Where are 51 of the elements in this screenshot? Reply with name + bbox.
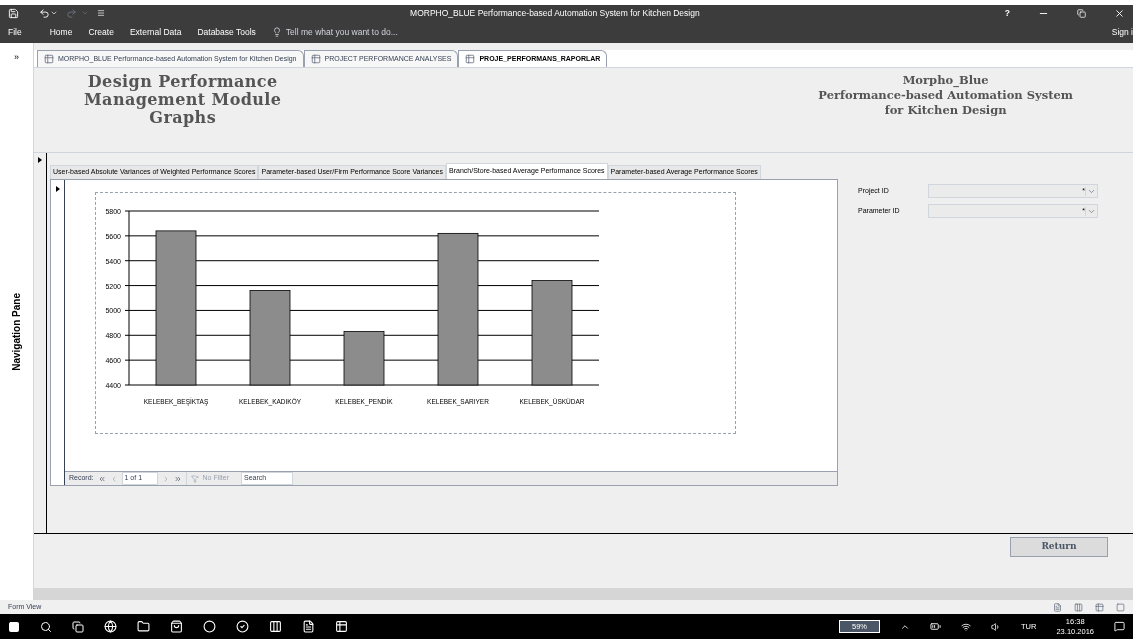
return-button[interactable]: Return [1010, 537, 1108, 557]
sign-in-link[interactable]: Sign i [1111, 25, 1133, 39]
circle-icon[interactable] [203, 620, 216, 633]
form-icon [310, 54, 321, 64]
scroll-bar-track[interactable] [34, 588, 1133, 600]
tell-me-field[interactable]: Tell me what you want to do... [271, 25, 446, 39]
system-title: Morpho_Blue [902, 73, 989, 88]
ribbon-tab[interactable]: External Data [129, 25, 182, 39]
record-selector-icon[interactable] [38, 157, 42, 163]
module-title: Graphs [149, 109, 217, 127]
window-title: MORPHO_BLUE Performance-based Automation System for Kitchen Design [410, 7, 700, 18]
help-button[interactable]: ? [1004, 6, 1010, 20]
battery-icon[interactable] [930, 621, 942, 632]
form-view-icon[interactable] [1053, 602, 1062, 612]
module-title: Management Module [84, 91, 282, 109]
check-circle-icon[interactable] [236, 620, 249, 633]
speaker-icon[interactable] [991, 621, 1002, 632]
close-icon[interactable] [1114, 7, 1125, 19]
app-icon[interactable] [269, 620, 282, 633]
file-menu[interactable]: File [8, 25, 22, 39]
document-icon[interactable] [302, 620, 315, 633]
save-icon[interactable] [8, 7, 19, 19]
folder-icon[interactable] [137, 620, 150, 633]
datasheet-view-icon[interactable] [1095, 602, 1104, 612]
system-title: Performance-based Automation System [818, 88, 1073, 103]
task-view-icon[interactable] [72, 620, 84, 633]
navigation-pane-label[interactable]: Navigation Pane [9, 293, 24, 372]
wifi-icon[interactable] [961, 621, 972, 632]
form-icon [44, 54, 54, 64]
notification-icon[interactable] [1114, 621, 1125, 632]
form-icon [465, 54, 476, 64]
ribbon-tab[interactable]: Home [49, 25, 73, 39]
layout-view-icon[interactable] [1074, 602, 1083, 612]
search-icon[interactable] [40, 620, 52, 633]
start-icon[interactable] [8, 620, 20, 633]
restore-icon[interactable] [1077, 8, 1086, 18]
last-record-icon[interactable] [173, 474, 182, 483]
first-record-icon[interactable] [97, 474, 106, 483]
ribbon-tab[interactable]: Create [88, 25, 114, 39]
customize-icon[interactable] [97, 9, 105, 17]
system-title: for Kitchen Design [884, 103, 1007, 118]
undo-icon[interactable] [39, 7, 50, 19]
ribbon-tab[interactable]: Database Tools [197, 25, 256, 39]
lightbulb-icon [271, 27, 282, 37]
nav-pane-toggle[interactable]: » [14, 51, 19, 65]
caret-icon[interactable] [50, 9, 58, 17]
record-selector-icon[interactable] [55, 186, 60, 192]
database-icon[interactable] [335, 620, 348, 633]
module-title: Design Performance [87, 73, 278, 91]
bag-icon[interactable] [170, 620, 183, 633]
globe-icon[interactable] [104, 620, 117, 633]
